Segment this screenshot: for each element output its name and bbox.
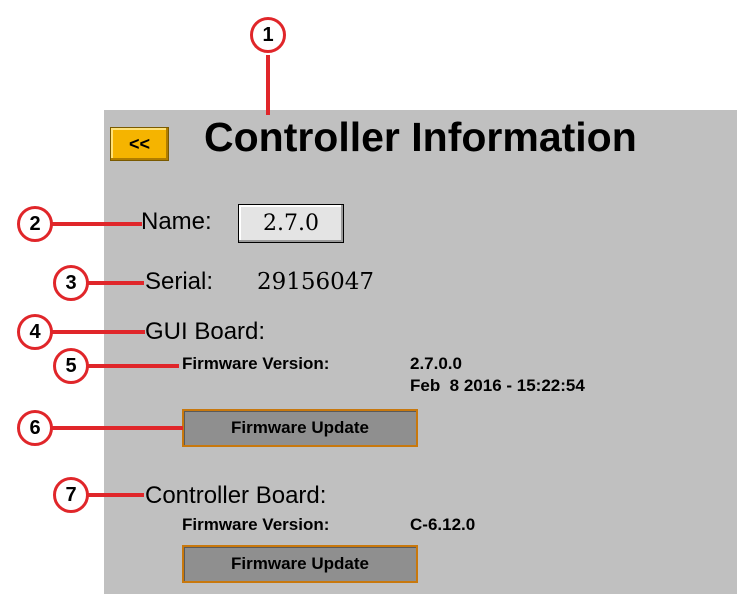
name-label: Name: <box>141 208 212 235</box>
back-button[interactable]: << <box>110 127 169 161</box>
callout-6-leader <box>50 426 183 430</box>
callout-7: 7 <box>53 477 89 513</box>
callout-1-leader <box>266 55 270 115</box>
callout-4-leader <box>50 330 145 334</box>
gui-build-date: Feb 8 2016 - 15:22:54 <box>410 376 585 395</box>
callout-5: 5 <box>53 348 89 384</box>
callout-2: 2 <box>17 206 53 242</box>
gui-board-heading: GUI Board: <box>145 318 266 345</box>
callout-1: 1 <box>250 17 286 53</box>
gui-firmware-version: 2.7.0.0 <box>410 354 462 373</box>
callout-7-leader <box>87 493 144 497</box>
controller-firmware-label: Firmware Version: <box>182 515 330 534</box>
controller-firmware-update-button[interactable]: Firmware Update <box>182 545 418 583</box>
callout-3: 3 <box>53 265 89 301</box>
callout-3-leader <box>87 281 144 285</box>
controller-firmware-version: C-6.12.0 <box>410 515 476 534</box>
serial-label: Serial: <box>145 268 214 295</box>
name-button[interactable]: 2.7.0 <box>238 204 344 243</box>
callout-2-leader <box>50 222 142 226</box>
callout-4: 4 <box>17 314 53 350</box>
gui-firmware-update-button[interactable]: Firmware Update <box>182 409 418 447</box>
serial-value: 29156047 <box>257 269 375 295</box>
callout-6: 6 <box>17 410 53 446</box>
callout-5-leader <box>87 364 179 368</box>
page-title: Controller Information <box>204 114 637 160</box>
controller-board-heading: Controller Board: <box>145 482 327 509</box>
gui-firmware-label: Firmware Version: <box>182 354 330 373</box>
